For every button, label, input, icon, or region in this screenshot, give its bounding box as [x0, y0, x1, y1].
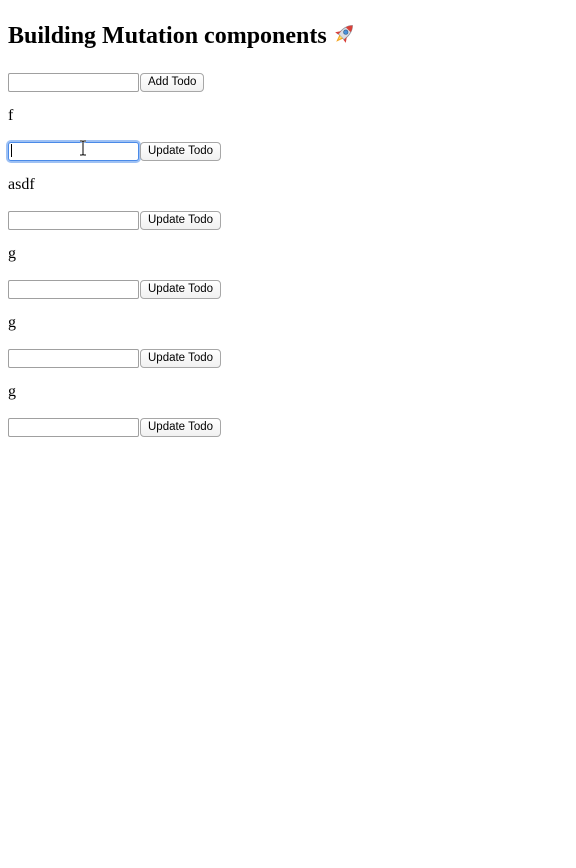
- page-title-text: Building Mutation components: [8, 23, 327, 49]
- text-cursor-icon: [80, 140, 86, 156]
- add-todo-input[interactable]: [8, 72, 139, 92]
- todo-name: g: [8, 245, 16, 262]
- todo-name: f: [8, 107, 14, 124]
- todo-name: g: [8, 383, 16, 400]
- todo-name: g: [8, 314, 16, 331]
- update-todo-button[interactable]: Update Todo: [140, 348, 222, 368]
- todo-update-input[interactable]: [8, 141, 139, 161]
- todo-update-input[interactable]: [8, 279, 139, 299]
- update-todo-button[interactable]: Update Todo: [140, 210, 222, 230]
- todo-update-form: Update Todo: [8, 210, 222, 230]
- add-todo-button[interactable]: Add Todo: [140, 72, 205, 92]
- todo-update-form: Update Todo: [8, 348, 222, 368]
- todo-update-input[interactable]: [8, 348, 139, 368]
- todo-update-form: Update Todo: [8, 141, 222, 161]
- page-title: Building Mutation components: [8, 19, 357, 53]
- add-todo-form: Add Todo: [8, 72, 205, 92]
- todo-update-form: Update Todo: [8, 417, 222, 437]
- update-todo-button[interactable]: Update Todo: [140, 279, 222, 299]
- rocket-icon: [331, 21, 357, 47]
- update-todo-button[interactable]: Update Todo: [140, 417, 222, 437]
- todo-name: asdf: [8, 176, 35, 193]
- todo-update-form: Update Todo: [8, 279, 222, 299]
- todo-update-input[interactable]: [8, 210, 139, 230]
- text-caret: [11, 144, 12, 157]
- todo-update-input[interactable]: [8, 417, 139, 437]
- update-todo-button[interactable]: Update Todo: [140, 141, 222, 161]
